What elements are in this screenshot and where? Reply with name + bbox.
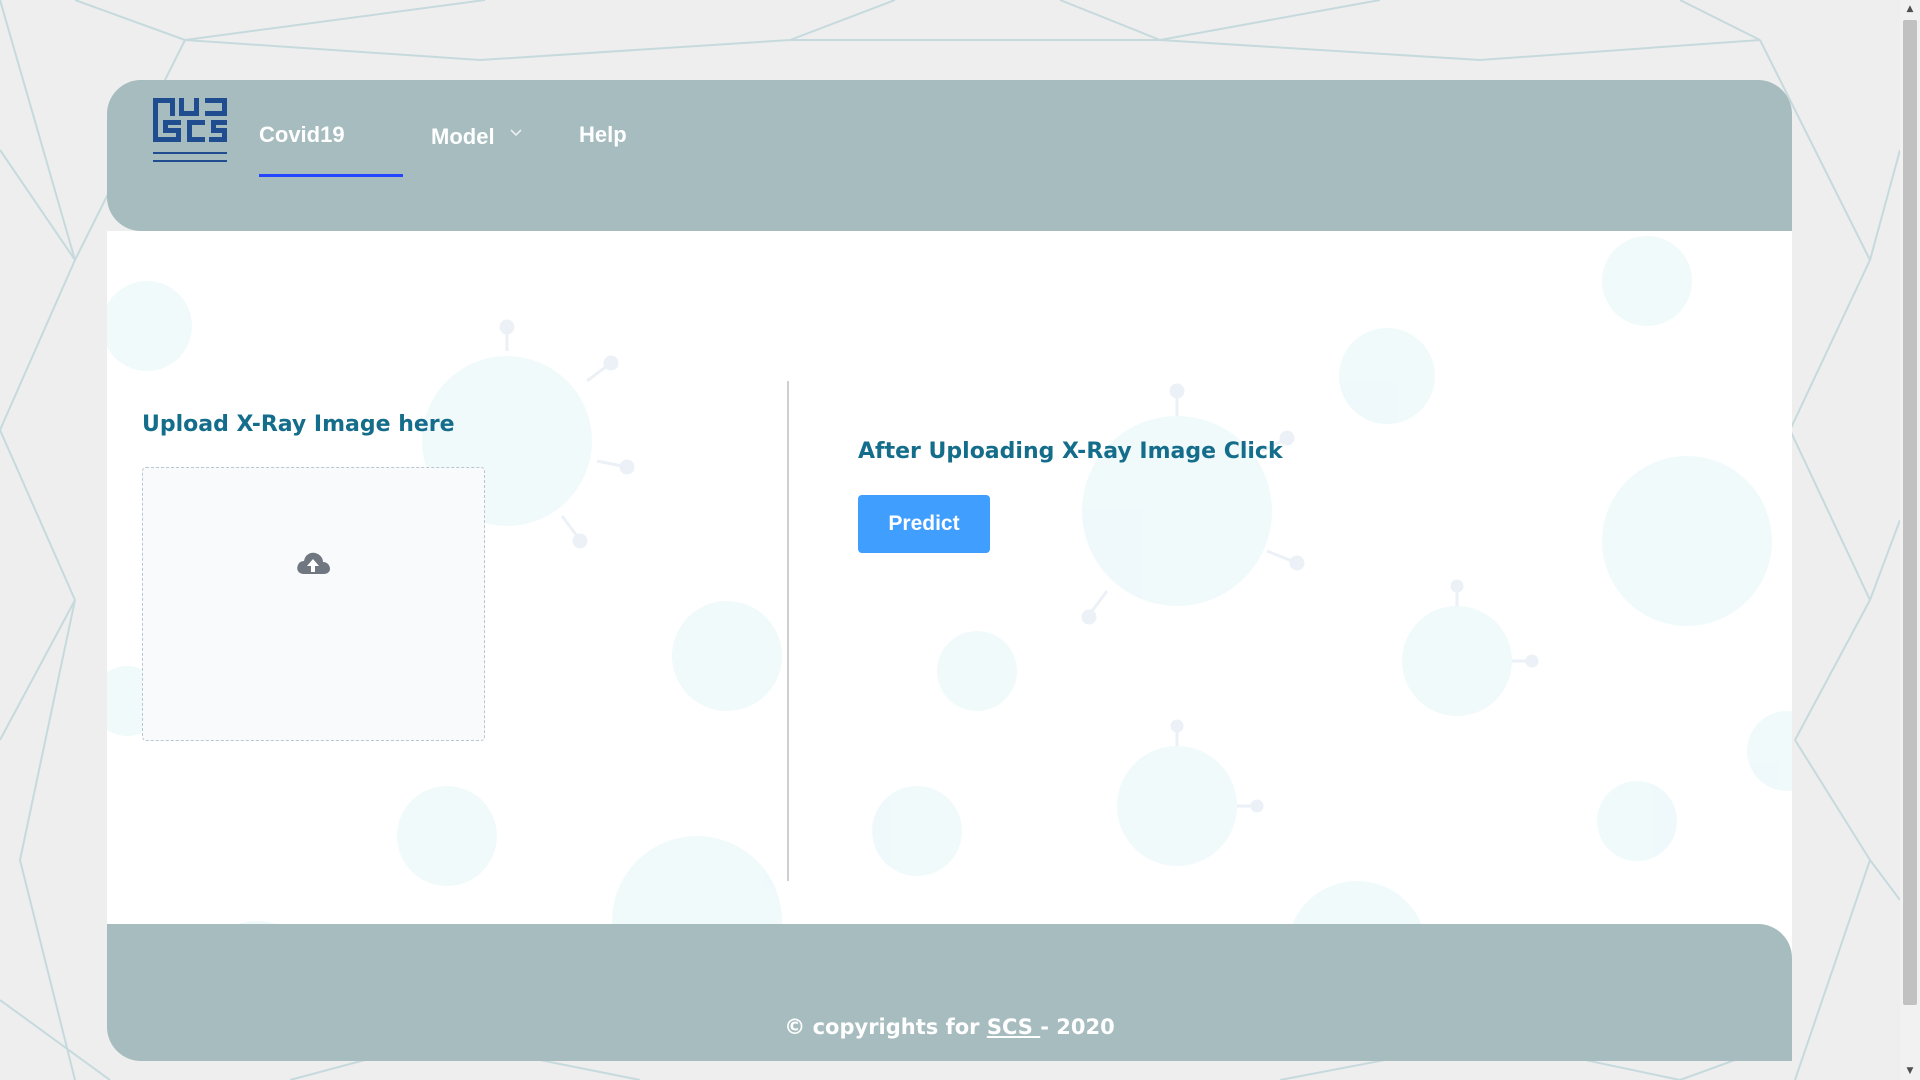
top-navbar: Covid19 Model Help: [107, 80, 1792, 231]
footer: © copyrights for SCS - 2020: [107, 924, 1792, 1061]
scrollbar-thumb[interactable]: [1903, 20, 1917, 1005]
footer-scs-link[interactable]: SCS: [987, 1015, 1040, 1039]
upload-section-title: Upload X-Ray Image here: [142, 412, 455, 437]
main-content: Upload X-Ray Image here After Uploading …: [107, 231, 1792, 1004]
nav-active-indicator: [259, 174, 403, 177]
predict-section-title: After Uploading X-Ray Image Click: [858, 439, 1283, 464]
footer-suffix: - 2020: [1040, 1015, 1115, 1039]
cloud-upload-icon[interactable]: [295, 548, 331, 578]
xray-upload-dropzone[interactable]: [142, 467, 485, 741]
page-card: Covid19 Model Help Upload X-Ray Image he…: [107, 80, 1792, 1061]
scroll-up-arrow-icon[interactable]: ▲: [1900, 0, 1920, 18]
nav-tab-model[interactable]: Model: [431, 124, 495, 150]
chevron-down-icon[interactable]: [510, 128, 522, 138]
scs-logo-icon[interactable]: [151, 94, 229, 176]
scroll-down-arrow-icon[interactable]: ▼: [1900, 1062, 1920, 1080]
page-scrollbar[interactable]: ▲ ▼: [1900, 0, 1920, 1080]
footer-copyright: © copyrights for SCS - 2020: [107, 1015, 1792, 1039]
section-divider: [787, 381, 789, 881]
nav-tab-covid19[interactable]: Covid19: [259, 122, 345, 148]
footer-prefix: © copyrights for: [784, 1015, 987, 1039]
nav-tab-help[interactable]: Help: [579, 122, 627, 148]
predict-button[interactable]: Predict: [858, 495, 990, 553]
